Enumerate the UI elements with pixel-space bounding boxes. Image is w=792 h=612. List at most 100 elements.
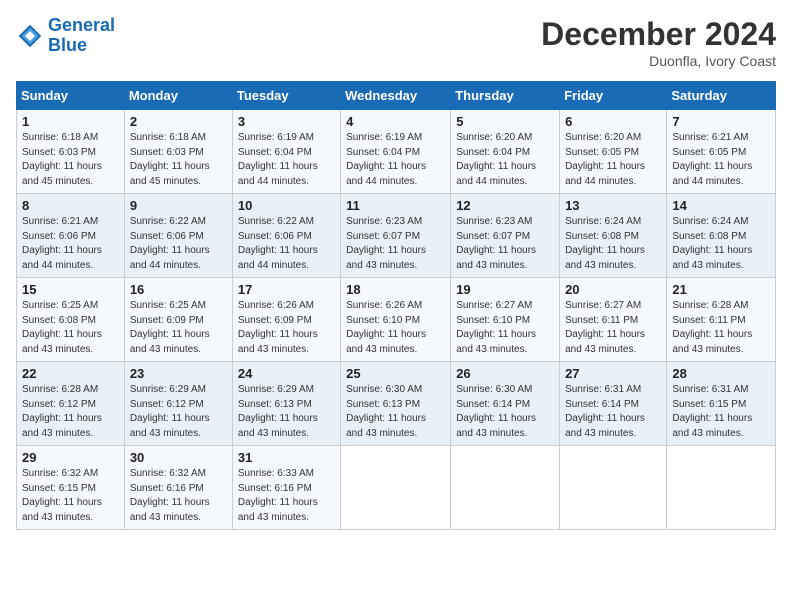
day-info: Sunrise: 6:30 AMSunset: 6:14 PMDaylight:…	[456, 383, 554, 441]
calendar-cell: 21 Sunrise: 6:28 AMSunset: 6:11 PMDayligh…	[667, 278, 776, 362]
calendar-cell: 22 Sunrise: 6:28 AMSunset: 6:12 PMDayligh…	[17, 362, 125, 446]
day-info: Sunrise: 6:27 AMSunset: 6:11 PMDaylight:…	[565, 299, 661, 357]
day-number: 25	[346, 366, 445, 381]
logo-text: General Blue	[48, 16, 115, 56]
day-number: 23	[130, 366, 227, 381]
calendar-cell: 6Sunrise: 6:20 AMSunset: 6:05 PMDaylight…	[560, 110, 667, 194]
day-number: 16	[130, 282, 227, 297]
calendar-cell: 18 Sunrise: 6:26 AMSunset: 6:10 PMDayligh…	[341, 278, 451, 362]
calendar-cell: 15 Sunrise: 6:25 AMSunset: 6:08 PMDayligh…	[17, 278, 125, 362]
day-number: 10	[238, 198, 335, 213]
calendar-cell: 11 Sunrise: 6:23 AMSunset: 6:07 PMDayligh…	[341, 194, 451, 278]
calendar-week-row: 15 Sunrise: 6:25 AMSunset: 6:08 PMDayligh…	[17, 278, 776, 362]
calendar-cell: 27 Sunrise: 6:31 AMSunset: 6:14 PMDayligh…	[560, 362, 667, 446]
day-info: Sunrise: 6:30 AMSunset: 6:13 PMDaylight:…	[346, 383, 445, 441]
col-monday: Monday	[124, 82, 232, 110]
day-number: 1	[22, 114, 119, 129]
calendar-cell: 5Sunrise: 6:20 AMSunset: 6:04 PMDaylight…	[451, 110, 560, 194]
day-info: Sunrise: 6:26 AMSunset: 6:09 PMDaylight:…	[238, 299, 335, 357]
day-number: 12	[456, 198, 554, 213]
calendar-week-row: 1 Sunrise: 6:18 AMSunset: 6:03 PMDaylight…	[17, 110, 776, 194]
day-number: 17	[238, 282, 335, 297]
day-number: 11	[346, 198, 445, 213]
calendar-cell: 19 Sunrise: 6:27 AMSunset: 6:10 PMDayligh…	[451, 278, 560, 362]
calendar-table: Sunday Monday Tuesday Wednesday Thursday…	[16, 81, 776, 530]
day-number: 26	[456, 366, 554, 381]
page-header: General Blue December 2024 Duonfla, Ivor…	[16, 16, 776, 69]
day-number: 31	[238, 450, 335, 465]
calendar-cell: 10 Sunrise: 6:22 AMSunset: 6:06 PMDayligh…	[232, 194, 340, 278]
day-number: 15	[22, 282, 119, 297]
day-info: Sunrise: 6:18 AMSunset: 6:03 PMDaylight:…	[130, 131, 227, 189]
day-info: Sunrise: 6:25 AMSunset: 6:08 PMDaylight:…	[22, 299, 119, 357]
calendar-cell: 12Sunrise: 6:23 AMSunset: 6:07 PMDayligh…	[451, 194, 560, 278]
calendar-cell: 25 Sunrise: 6:30 AMSunset: 6:13 PMDayligh…	[341, 362, 451, 446]
calendar-cell: 3Sunrise: 6:19 AMSunset: 6:04 PMDaylight…	[232, 110, 340, 194]
calendar-cell: 28Sunrise: 6:31 AMSunset: 6:15 PMDayligh…	[667, 362, 776, 446]
day-number: 22	[22, 366, 119, 381]
calendar-cell: 8 Sunrise: 6:21 AMSunset: 6:06 PMDaylight…	[17, 194, 125, 278]
day-info: Sunrise: 6:21 AMSunset: 6:05 PMDaylight:…	[672, 131, 770, 189]
day-info: Sunrise: 6:32 AMSunset: 6:15 PMDaylight:…	[22, 467, 119, 525]
calendar-cell: 4 Sunrise: 6:19 AMSunset: 6:04 PMDaylight…	[341, 110, 451, 194]
calendar-cell: 1 Sunrise: 6:18 AMSunset: 6:03 PMDaylight…	[17, 110, 125, 194]
day-info: Sunrise: 6:26 AMSunset: 6:10 PMDaylight:…	[346, 299, 445, 357]
calendar-cell: 31 Sunrise: 6:33 AMSunset: 6:16 PMDayligh…	[232, 446, 340, 530]
day-number: 13	[565, 198, 661, 213]
day-info: Sunrise: 6:21 AMSunset: 6:06 PMDaylight:…	[22, 215, 119, 273]
day-number: 4	[346, 114, 445, 129]
calendar-cell	[451, 446, 560, 530]
calendar-header-row: Sunday Monday Tuesday Wednesday Thursday…	[17, 82, 776, 110]
calendar-cell: 23Sunrise: 6:29 AMSunset: 6:12 PMDayligh…	[124, 362, 232, 446]
calendar-cell: 13 Sunrise: 6:24 AMSunset: 6:08 PMDayligh…	[560, 194, 667, 278]
calendar-cell: 7 Sunrise: 6:21 AMSunset: 6:05 PMDaylight…	[667, 110, 776, 194]
day-number: 30	[130, 450, 227, 465]
logo-line1: General	[48, 15, 115, 35]
day-info: Sunrise: 6:22 AMSunset: 6:06 PMDaylight:…	[238, 215, 335, 273]
day-info: Sunrise: 6:33 AMSunset: 6:16 PMDaylight:…	[238, 467, 335, 525]
calendar-cell: 16Sunrise: 6:25 AMSunset: 6:09 PMDayligh…	[124, 278, 232, 362]
day-number: 7	[672, 114, 770, 129]
day-info: Sunrise: 6:28 AMSunset: 6:12 PMDaylight:…	[22, 383, 119, 441]
col-tuesday: Tuesday	[232, 82, 340, 110]
day-number: 20	[565, 282, 661, 297]
day-number: 21	[672, 282, 770, 297]
calendar-cell: 2 Sunrise: 6:18 AMSunset: 6:03 PMDaylight…	[124, 110, 232, 194]
calendar-week-row: 8 Sunrise: 6:21 AMSunset: 6:06 PMDaylight…	[17, 194, 776, 278]
col-sunday: Sunday	[17, 82, 125, 110]
day-info: Sunrise: 6:32 AMSunset: 6:16 PMDaylight:…	[130, 467, 227, 525]
day-number: 19	[456, 282, 554, 297]
col-thursday: Thursday	[451, 82, 560, 110]
calendar-cell: 9 Sunrise: 6:22 AMSunset: 6:06 PMDaylight…	[124, 194, 232, 278]
col-saturday: Saturday	[667, 82, 776, 110]
day-number: 27	[565, 366, 661, 381]
day-number: 18	[346, 282, 445, 297]
logo-icon	[16, 22, 44, 50]
calendar-cell: 17 Sunrise: 6:26 AMSunset: 6:09 PMDayligh…	[232, 278, 340, 362]
logo-line2: Blue	[48, 35, 87, 55]
day-number: 8	[22, 198, 119, 213]
day-number: 29	[22, 450, 119, 465]
day-info: Sunrise: 6:28 AMSunset: 6:11 PMDaylight:…	[672, 299, 770, 357]
day-number: 2	[130, 114, 227, 129]
day-number: 3	[238, 114, 335, 129]
day-info: Sunrise: 6:23 AMSunset: 6:07 PMDaylight:…	[346, 215, 445, 273]
day-info: Sunrise: 6:18 AMSunset: 6:03 PMDaylight:…	[22, 131, 119, 189]
calendar-cell	[560, 446, 667, 530]
day-number: 28	[672, 366, 770, 381]
day-number: 24	[238, 366, 335, 381]
calendar-week-row: 29 Sunrise: 6:32 AMSunset: 6:15 PMDayligh…	[17, 446, 776, 530]
calendar-cell	[341, 446, 451, 530]
month-year: December 2024	[541, 16, 776, 53]
calendar-cell: 14Sunrise: 6:24 AMSunset: 6:08 PMDayligh…	[667, 194, 776, 278]
day-info: Sunrise: 6:22 AMSunset: 6:06 PMDaylight:…	[130, 215, 227, 273]
calendar-cell: 30 Sunrise: 6:32 AMSunset: 6:16 PMDayligh…	[124, 446, 232, 530]
day-info: Sunrise: 6:19 AMSunset: 6:04 PMDaylight:…	[346, 131, 445, 189]
calendar-cell: 29 Sunrise: 6:32 AMSunset: 6:15 PMDayligh…	[17, 446, 125, 530]
day-info: Sunrise: 6:31 AMSunset: 6:14 PMDaylight:…	[565, 383, 661, 441]
title-block: December 2024 Duonfla, Ivory Coast	[541, 16, 776, 69]
day-number: 9	[130, 198, 227, 213]
day-info: Sunrise: 6:24 AMSunset: 6:08 PMDaylight:…	[565, 215, 661, 273]
day-info: Sunrise: 6:27 AMSunset: 6:10 PMDaylight:…	[456, 299, 554, 357]
day-number: 14	[672, 198, 770, 213]
